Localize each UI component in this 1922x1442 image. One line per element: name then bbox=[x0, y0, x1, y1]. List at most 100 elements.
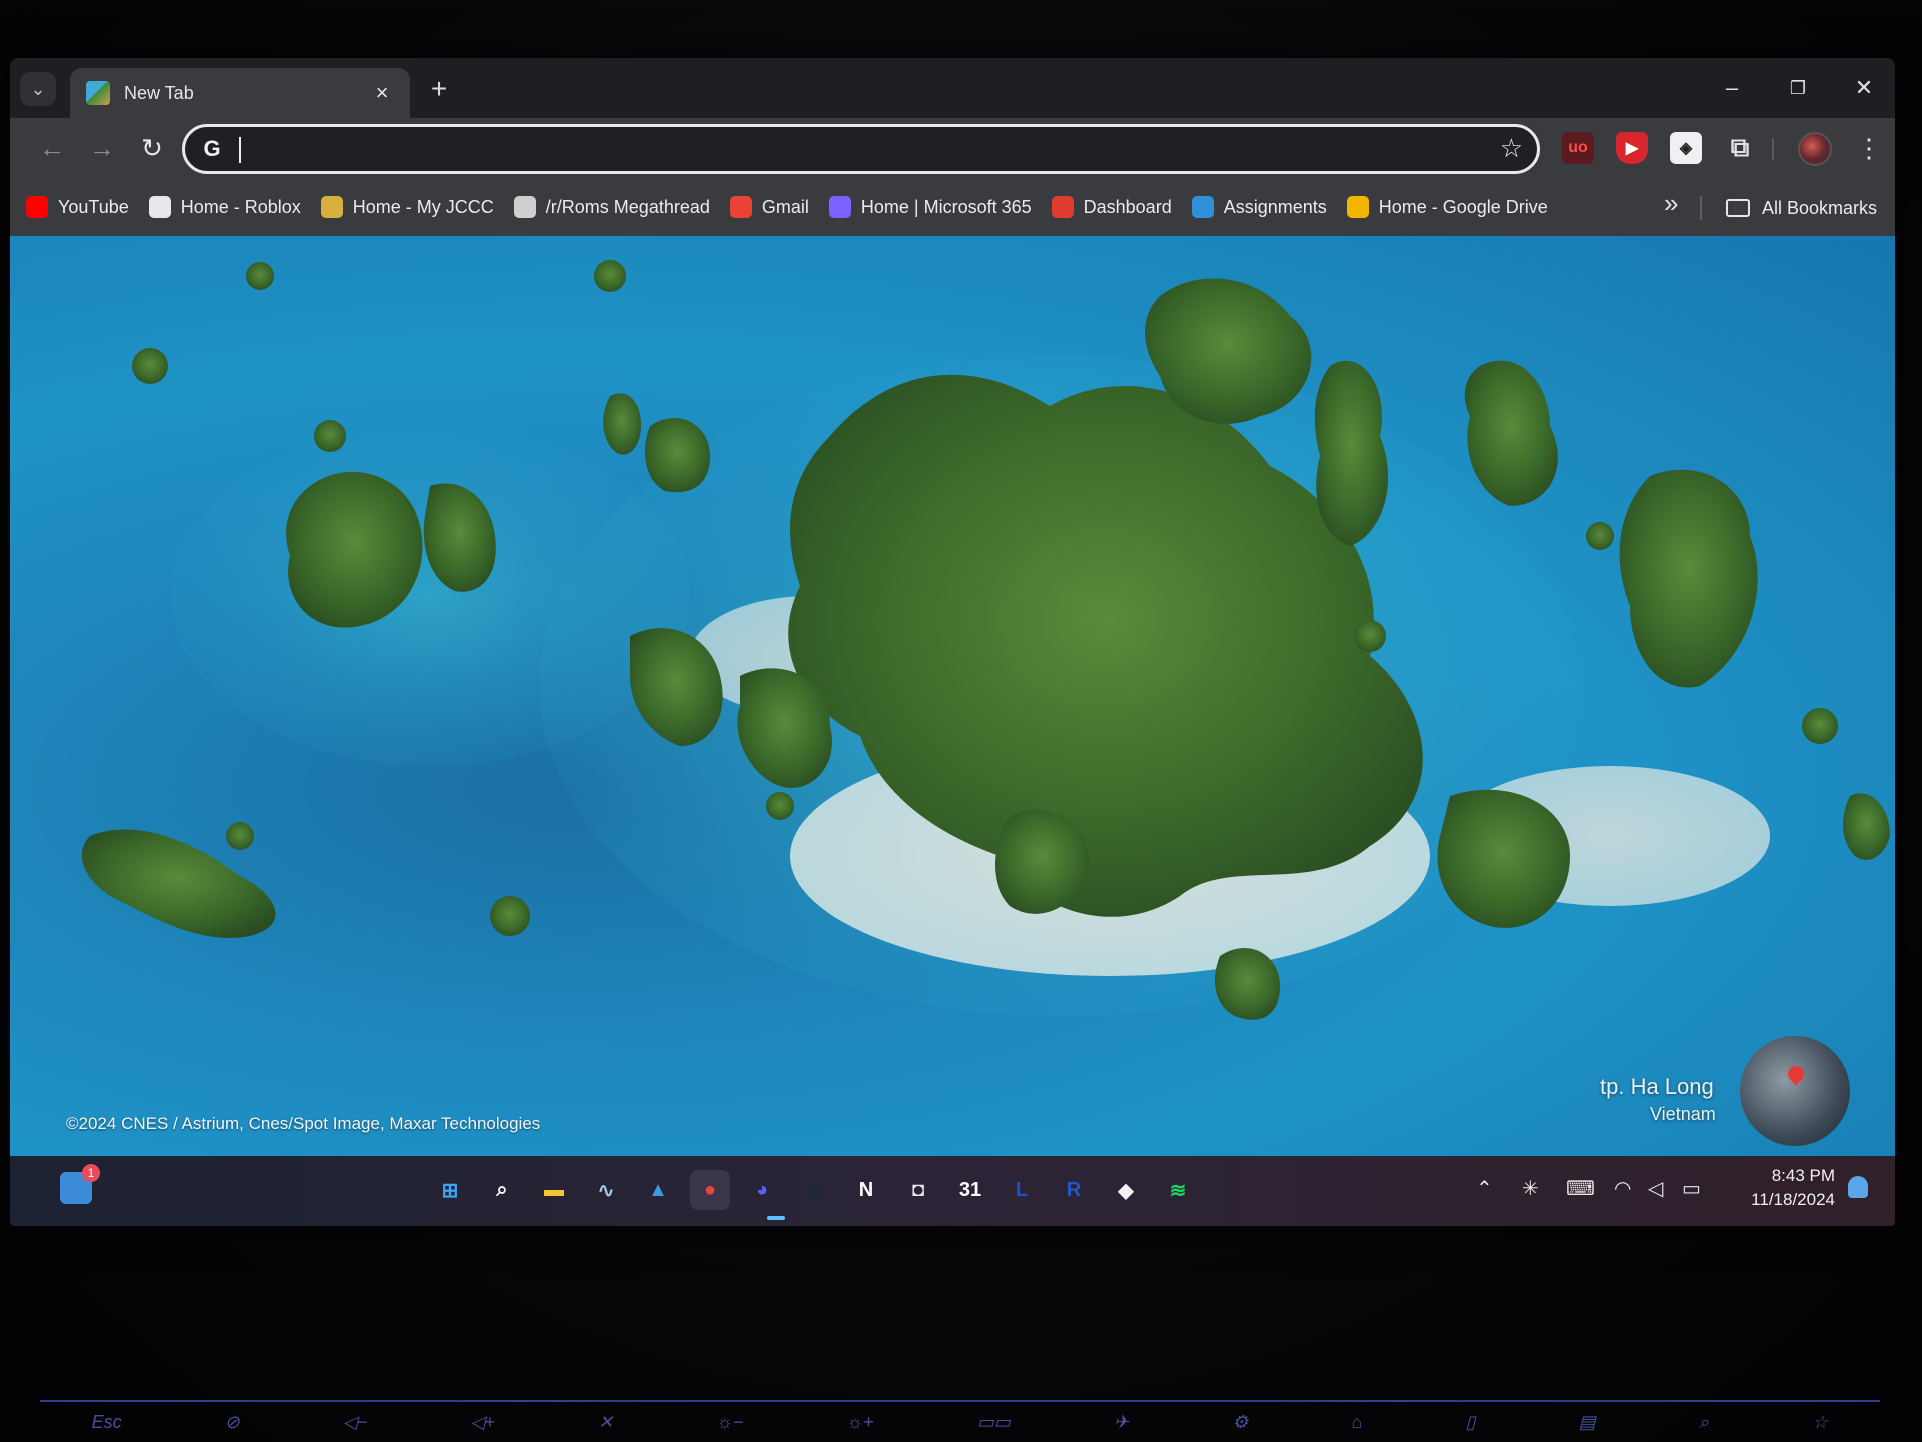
brightness-down-key-icon: ☼− bbox=[716, 1411, 744, 1432]
gmail-icon bbox=[729, 196, 752, 218]
widgets-badge: 1 bbox=[82, 1164, 100, 1182]
keyboard-icon[interactable]: ⌨ bbox=[1566, 1176, 1595, 1201]
chevron-down-icon: ⌄ bbox=[30, 78, 46, 99]
settings-key-icon: ⚙ bbox=[1232, 1411, 1249, 1432]
notion-app[interactable]: N bbox=[846, 1170, 886, 1210]
bookmark-label: YouTube bbox=[58, 196, 129, 217]
discord-icon: ◕ bbox=[755, 1178, 769, 1201]
notification-bell-icon[interactable] bbox=[1848, 1176, 1868, 1198]
screen: ⌄ New Tab × + – ❐ ✕ ← → ↻ G ☆ uo ▶ ◈ ⧉ ⋮… bbox=[10, 58, 1895, 1226]
wifi-icon[interactable]: ◠ bbox=[1614, 1176, 1631, 1201]
all-bookmarks-label: All Bookmarks bbox=[1762, 197, 1878, 218]
battery-icon[interactable]: ▭ bbox=[1682, 1176, 1701, 1201]
new-tab-button[interactable]: + bbox=[422, 72, 456, 106]
start-button[interactable]: ⊞ bbox=[430, 1170, 470, 1210]
spotify-icon: ≋ bbox=[1169, 1179, 1187, 1202]
bookmark-4[interactable]: Gmail bbox=[729, 187, 809, 227]
volume-icon[interactable]: ◁ bbox=[1648, 1176, 1663, 1201]
roblox-app[interactable]: ◆ bbox=[1106, 1170, 1146, 1210]
contacts-app[interactable]: ◘ bbox=[898, 1170, 938, 1210]
restore-button[interactable]: ❐ bbox=[1776, 70, 1820, 106]
bookmark-label: Assignments bbox=[1223, 196, 1327, 217]
tab-new-tab[interactable]: New Tab × bbox=[70, 68, 410, 118]
steam-icon: ◉ bbox=[805, 1179, 823, 1202]
reload-button[interactable]: ↻ bbox=[134, 130, 170, 166]
omnibox[interactable]: G ☆ bbox=[182, 124, 1540, 174]
text-caret bbox=[239, 137, 241, 163]
back-button[interactable]: ← bbox=[34, 130, 70, 166]
chrome-app[interactable]: ● bbox=[690, 1170, 730, 1210]
copilot-sparkle-icon[interactable]: ✳ bbox=[1522, 1176, 1539, 1201]
box-extension-icon[interactable]: ◈ bbox=[1670, 132, 1702, 164]
toolbar-divider bbox=[1772, 138, 1774, 160]
clock-date[interactable]: 11/18/2024 bbox=[1730, 1190, 1835, 1210]
bookmark-star-icon[interactable]: ☆ bbox=[1500, 133, 1523, 164]
calendar-icon: 31 bbox=[958, 1178, 982, 1201]
all-bookmarks-button[interactable]: All Bookmarks bbox=[1726, 188, 1877, 228]
task-manager-icon: ∿ bbox=[597, 1179, 615, 1202]
youtube-icon bbox=[26, 196, 48, 218]
r-icon: R bbox=[1066, 1178, 1082, 1201]
contacts-icon: ◘ bbox=[911, 1178, 925, 1201]
globe-icon[interactable] bbox=[1740, 1036, 1850, 1146]
clock-time[interactable]: 8:43 PM bbox=[1745, 1166, 1835, 1186]
bookmark-label: Home - Roblox bbox=[180, 196, 301, 217]
bookmark-7[interactable]: Assignments bbox=[1191, 187, 1327, 227]
bookmarks-overflow-icon[interactable]: » bbox=[1664, 188, 1678, 219]
bookmark-label: Home | Microsoft 365 bbox=[860, 196, 1032, 217]
folder-icon bbox=[1726, 199, 1750, 217]
spotify-app[interactable]: ≋ bbox=[1158, 1170, 1198, 1210]
l-app[interactable]: L bbox=[1002, 1170, 1042, 1210]
search-button[interactable]: ⌕ bbox=[482, 1170, 522, 1210]
bookmark-label: /r/Roms Megathread bbox=[545, 196, 710, 217]
active-app-indicator bbox=[767, 1216, 785, 1220]
bookmark-label: Dashboard bbox=[1083, 196, 1172, 217]
bookmark-2[interactable]: Home - My JCCC bbox=[320, 187, 494, 227]
bookmark-6[interactable]: Dashboard bbox=[1051, 187, 1172, 227]
shield-extension-icon[interactable]: ▶ bbox=[1616, 132, 1648, 164]
roblox-icon bbox=[148, 196, 171, 218]
bookmark-0[interactable]: YouTube bbox=[26, 187, 129, 227]
profile-avatar[interactable] bbox=[1798, 132, 1832, 166]
ublock-extension-icon[interactable]: uo bbox=[1562, 132, 1594, 164]
r-app[interactable]: R bbox=[1054, 1170, 1094, 1210]
task-manager-app[interactable]: ∿ bbox=[586, 1170, 626, 1210]
location-name[interactable]: tp. Ha Long bbox=[1600, 1074, 1714, 1100]
menu-dots-icon[interactable]: ⋮ bbox=[1856, 130, 1882, 166]
toolbar: ← → ↻ G ☆ uo ▶ ◈ ⧉ ⋮ bbox=[10, 118, 1895, 178]
file-explorer-icon: ▬ bbox=[544, 1178, 564, 1201]
forward-button[interactable]: → bbox=[84, 130, 120, 166]
bookmark-1[interactable]: Home - Roblox bbox=[148, 187, 301, 227]
google-g-icon: G bbox=[203, 136, 221, 161]
brightness-up-key-icon: ☼+ bbox=[846, 1411, 874, 1432]
steam-app[interactable]: ◉ bbox=[794, 1170, 834, 1210]
jccc-icon bbox=[320, 196, 343, 218]
print-key-icon: ▯ bbox=[1465, 1411, 1476, 1432]
bookmark-8[interactable]: Home - Google Drive bbox=[1346, 187, 1548, 227]
bookmark-5[interactable]: Home | Microsoft 365 bbox=[828, 187, 1032, 227]
page-icon bbox=[513, 196, 536, 218]
minimize-button[interactable]: – bbox=[1710, 70, 1754, 106]
address-input[interactable] bbox=[237, 131, 1457, 167]
volume-down-key-icon: ◁− bbox=[343, 1411, 368, 1432]
islands-image bbox=[81, 260, 1890, 1020]
tray-overflow-chevron-icon[interactable]: ⌃ bbox=[1476, 1176, 1493, 1201]
close-icon[interactable]: × bbox=[370, 80, 394, 106]
notion-icon: N bbox=[858, 1178, 874, 1201]
photos-icon: ▲ bbox=[648, 1178, 668, 1201]
start-icon: ⊞ bbox=[441, 1179, 459, 1202]
keyboard-function-row: Esc ⊘ ◁− ◁+ ✕ ☼− ☼+ ▭▭ ✈ ⚙ ⌂ ▯ ▤ ⌕ ☆ bbox=[40, 1400, 1880, 1442]
drive-icon bbox=[1346, 196, 1369, 218]
discord-app[interactable]: ◕ bbox=[742, 1170, 782, 1210]
mute-mic-key-icon: ⊘ bbox=[224, 1411, 240, 1432]
calc-key-icon: ▤ bbox=[1578, 1411, 1596, 1432]
calendar-app[interactable]: 31 bbox=[950, 1170, 990, 1210]
file-explorer-app[interactable]: ▬ bbox=[534, 1170, 574, 1210]
photos-app[interactable]: ▲ bbox=[638, 1170, 678, 1210]
close-window-button[interactable]: ✕ bbox=[1842, 70, 1886, 106]
tab-search-button[interactable]: ⌄ bbox=[20, 72, 56, 106]
bookmark-3[interactable]: /r/Roms Megathread bbox=[513, 187, 710, 227]
location-country[interactable]: Vietnam bbox=[1650, 1104, 1716, 1125]
bookmark-label: Gmail bbox=[761, 196, 809, 217]
extensions-puzzle-icon[interactable]: ⧉ bbox=[1724, 132, 1756, 164]
